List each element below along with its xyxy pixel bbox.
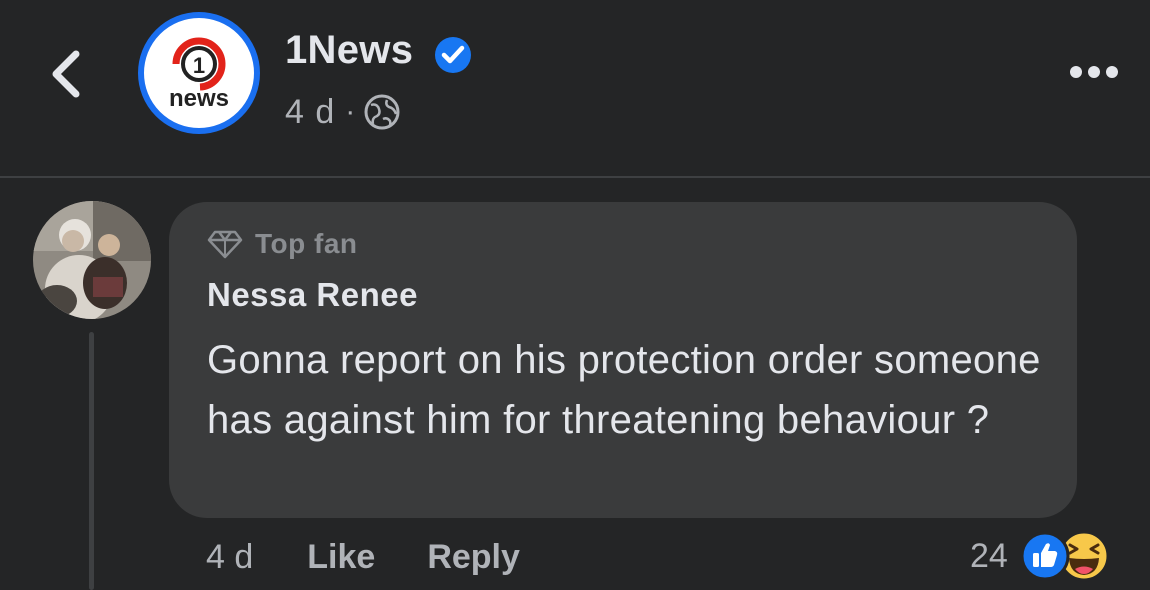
commenter-photo <box>33 201 151 319</box>
like-reaction-icon <box>1020 531 1070 581</box>
post-meta: 4 d · <box>285 90 401 134</box>
comment-author[interactable]: Nessa Renee <box>207 276 418 314</box>
reaction-summary[interactable]: 24 <box>970 528 1110 584</box>
logo-word: news <box>169 85 229 112</box>
comment-time: 4 d <box>206 537 254 576</box>
post-header: 1 news 1News 4 d · <box>0 0 1150 176</box>
commenter-avatar[interactable] <box>33 201 151 319</box>
reply-button[interactable]: Reply <box>427 538 520 577</box>
globe-icon <box>364 94 400 130</box>
page-avatar[interactable]: 1 news <box>138 12 260 134</box>
comment-actions: 4 d Like Reply <box>206 534 520 580</box>
more-icon[interactable] <box>1068 62 1120 82</box>
page-name[interactable]: 1News <box>285 28 413 73</box>
reaction-count: 24 <box>970 536 1008 575</box>
top-fan-label: Top fan <box>255 228 358 259</box>
like-button[interactable]: Like <box>307 538 375 577</box>
comment-bubble: Top fan Nessa Renee Gonna report on his … <box>169 202 1077 518</box>
post-time[interactable]: 4 d <box>285 93 335 132</box>
top-fan-badge: Top fan <box>207 228 358 260</box>
meta-separator: · <box>345 95 356 128</box>
verified-icon <box>435 37 471 73</box>
back-icon[interactable] <box>44 48 88 100</box>
thread-line <box>89 332 94 590</box>
comment-thread-screen: 1 news 1News 4 d · Top fan Nessa Renee G… <box>0 0 1150 590</box>
diamond-icon <box>207 230 243 259</box>
logo-number: 1 <box>193 53 205 78</box>
comment-text: Gonna report on his protection order som… <box>207 338 1041 442</box>
header-divider <box>0 176 1150 178</box>
